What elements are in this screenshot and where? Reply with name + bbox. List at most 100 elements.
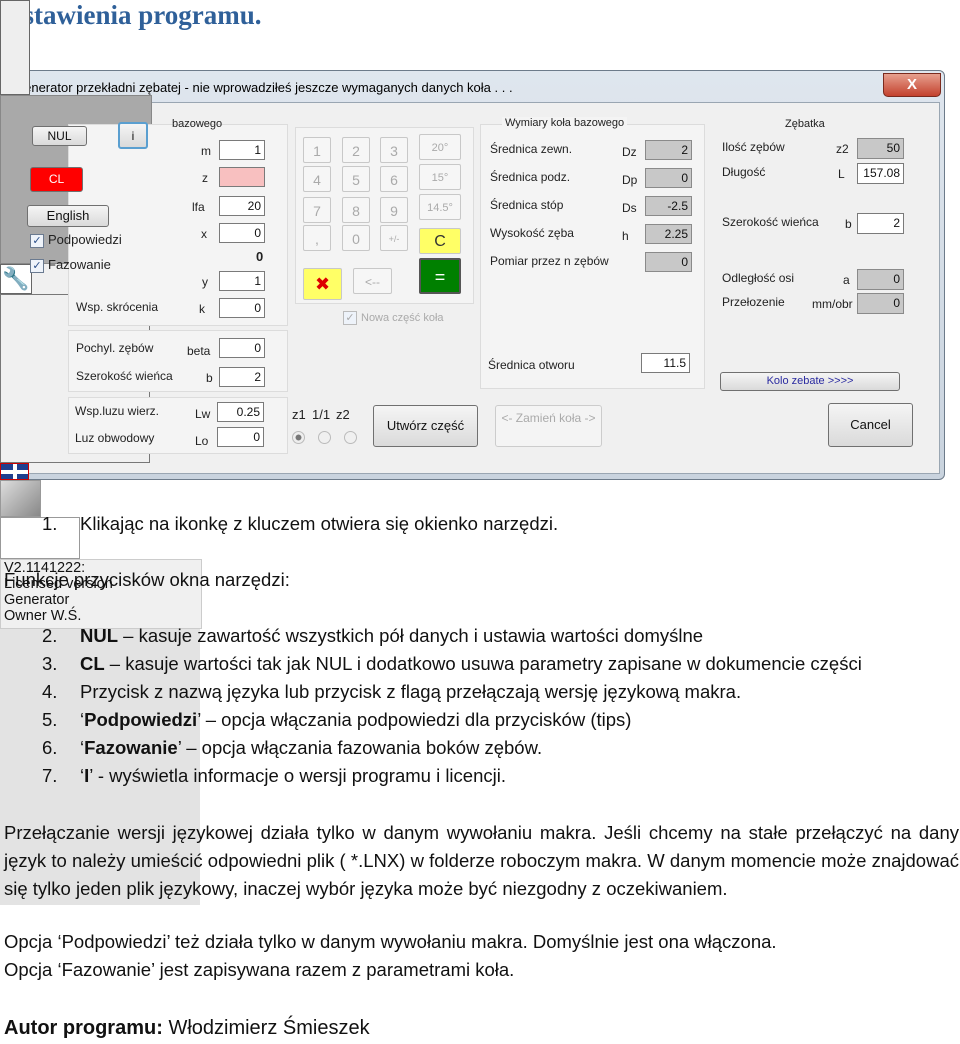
item-keyword: Podpowiedzi — [84, 709, 198, 730]
radio-z2[interactable] — [344, 431, 357, 444]
cl-button[interactable]: CL — [30, 167, 83, 192]
chamfer-checkbox[interactable]: ✓ Fazowanie — [30, 257, 111, 273]
item-number: 1. — [42, 513, 58, 534]
skrocenia-label: Wsp. skrócenia — [76, 300, 159, 314]
swap-wheels-button[interactable]: <- Zamień koła -> — [495, 405, 602, 447]
dim-value: 0 — [645, 168, 692, 188]
item-text: Przycisk z nazwą języka lub przycisk z f… — [80, 681, 741, 703]
bore-input[interactable]: 11.5 — [641, 353, 690, 373]
dim-value: 2.25 — [645, 224, 692, 244]
field-symbol: k — [199, 302, 205, 316]
wrench-icon[interactable]: 🔧 — [0, 264, 32, 294]
dim-label: Średnica stóp — [490, 198, 564, 212]
item-description: ’ - wyświetla informacje o wersji progra… — [89, 765, 506, 786]
paragraph-chamfer: Opcja ‘Fazowanie’ jest zapisywana razem … — [4, 959, 515, 980]
key-button[interactable]: 5 — [342, 166, 370, 192]
field-symbol: z — [202, 171, 208, 185]
key-button[interactable]: 2 — [342, 137, 370, 163]
tips-checkbox[interactable]: ✓ Podpowiedzi — [30, 232, 122, 248]
key-button[interactable]: 0 — [342, 225, 370, 251]
backspace-button[interactable]: <-- — [353, 268, 392, 294]
rack-symbol: z2 — [836, 142, 849, 156]
dim-label: Wysokość zęba — [490, 226, 574, 240]
angle-button[interactable]: 14.5° — [419, 194, 461, 220]
angle-button[interactable]: 20° — [419, 134, 461, 160]
dim-value: -2.5 — [645, 196, 692, 216]
angle-button[interactable]: 15° — [419, 164, 461, 190]
field-y-input[interactable]: 1 — [219, 271, 265, 291]
item-text: ‘I’ - wyświetla informacje o wersji prog… — [80, 765, 506, 787]
checkbox-icon[interactable]: ✓ — [343, 311, 357, 325]
lw-input[interactable]: 0.25 — [217, 402, 264, 422]
item-description: – kasuje zawartość wszystkich pół danych… — [118, 625, 704, 646]
rack-L-field[interactable]: 157.08 — [857, 163, 904, 184]
field-lfa-input[interactable]: 20 — [219, 196, 265, 216]
nul-button[interactable]: NUL — [32, 126, 87, 146]
gear-wheel-button[interactable]: Kolo zebate >>>> — [720, 372, 900, 391]
field-m-input[interactable]: 1 — [219, 140, 265, 160]
key-button[interactable]: 9 — [380, 197, 408, 223]
item-number: 6. — [42, 737, 58, 758]
rack-symbol: L — [838, 167, 845, 181]
b-input[interactable]: 2 — [219, 367, 265, 387]
rack-title: Zębatka — [785, 118, 825, 130]
key-button[interactable]: +/- — [380, 225, 408, 251]
info-line: Generator — [4, 592, 70, 608]
key-button[interactable]: 3 — [380, 137, 408, 163]
item-description: – kasuje wartości tak jak NUL i dodatkow… — [104, 653, 862, 674]
uk-flag-icon[interactable] — [0, 463, 29, 480]
beta-input[interactable]: 0 — [219, 338, 265, 358]
pochyl-label: Pochyl. zębów — [76, 341, 154, 355]
b-symbol: b — [206, 371, 213, 385]
field-symbol: y — [202, 275, 208, 289]
rack-z2-field: 50 — [857, 138, 904, 159]
beta-symbol: beta — [187, 344, 211, 358]
item-description: ’ – opcja włączania podpowiedzi dla przy… — [197, 709, 632, 730]
radio-1/1[interactable] — [318, 431, 331, 444]
key-button[interactable]: 4 — [303, 166, 331, 192]
field-k-input[interactable]: 0 — [219, 298, 265, 318]
rack-label: Szerokość wieńca — [722, 215, 819, 229]
info-button[interactable]: i — [118, 122, 148, 149]
gear-image-icon[interactable] — [0, 480, 41, 517]
lw-symbol: Lw — [195, 407, 211, 421]
item-text: CL – kasuje wartości tak jak NUL i dodat… — [80, 653, 862, 675]
dim-symbol: Ds — [622, 201, 637, 215]
item-text: ‘Fazowanie’ – opcja włączania fazowania … — [80, 737, 542, 759]
dim-label: Średnica zewn. — [490, 142, 573, 156]
item-description: Przycisk z nazwą języka lub przycisk z f… — [80, 681, 742, 702]
equals-button[interactable]: = — [419, 258, 461, 294]
dim-value: 0 — [645, 252, 692, 272]
dim-value: 2 — [645, 140, 692, 160]
dim-symbol: Dz — [622, 145, 637, 159]
field-x-input[interactable]: 0 — [219, 223, 265, 243]
delete-icon[interactable]: ✖ — [303, 268, 342, 300]
field-z-input[interactable] — [219, 167, 265, 187]
clear-button[interactable]: C — [419, 228, 461, 254]
checkbox-icon[interactable]: ✓ — [30, 233, 44, 248]
cancel-button[interactable]: Cancel — [828, 403, 913, 447]
author-line: Autor programu: Włodzimierz Śmieszek — [4, 1017, 370, 1040]
rack-label: Przełozenie — [722, 295, 785, 309]
bore-label: Średnica otworu — [488, 358, 575, 372]
item-number: 3. — [42, 653, 58, 674]
english-button[interactable]: English — [27, 205, 109, 227]
new-part-checkbox[interactable]: ✓ Nowa część koła — [343, 311, 444, 325]
lo-input[interactable]: 0 — [217, 427, 264, 447]
key-button[interactable]: 8 — [342, 197, 370, 223]
key-button[interactable]: 7 — [303, 197, 331, 223]
key-button[interactable]: 6 — [380, 166, 408, 192]
item-description: ’ – opcja włączania fazowania boków zębó… — [177, 737, 543, 758]
key-button[interactable]: , — [303, 225, 331, 251]
field-symbol: lfa — [192, 200, 205, 214]
field-symbol: m — [201, 144, 211, 158]
rack-label: Długość — [722, 165, 766, 179]
key-button[interactable]: 1 — [303, 137, 331, 163]
lo-symbol: Lo — [195, 434, 209, 448]
rack-b-field[interactable]: 2 — [857, 213, 904, 234]
checkbox-icon[interactable]: ✓ — [30, 258, 44, 273]
paragraph-language: Przełączanie wersji językowej działa tyl… — [4, 822, 959, 899]
radio-z1[interactable] — [292, 431, 305, 444]
info-line: Owner W.Ś. — [4, 608, 82, 624]
create-part-button[interactable]: Utwórz część — [373, 405, 478, 447]
